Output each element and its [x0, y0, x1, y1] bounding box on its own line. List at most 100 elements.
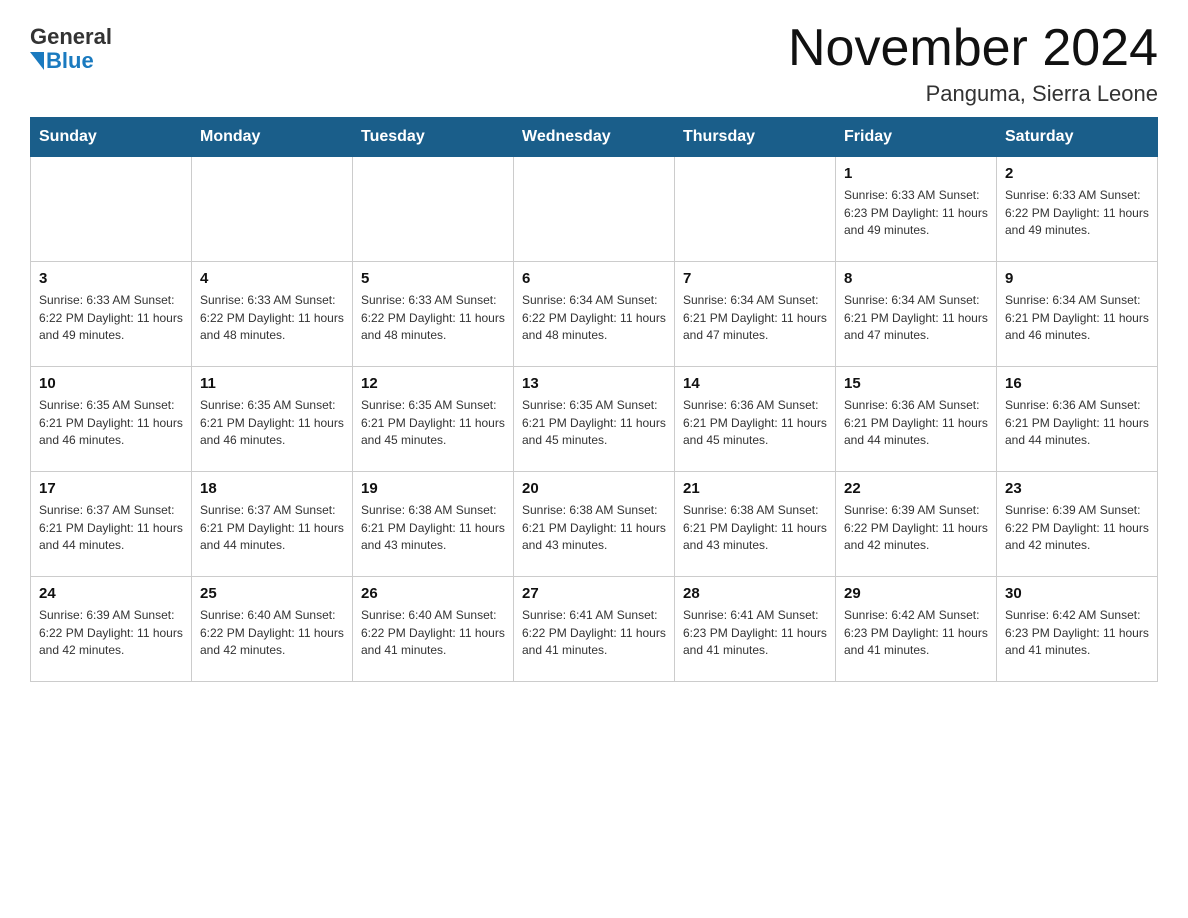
calendar-header-wednesday: Wednesday [514, 118, 675, 157]
day-info: Sunrise: 6:36 AM Sunset: 6:21 PM Dayligh… [1005, 397, 1149, 449]
day-info: Sunrise: 6:39 AM Sunset: 6:22 PM Dayligh… [39, 607, 183, 659]
calendar-cell: 13Sunrise: 6:35 AM Sunset: 6:21 PM Dayli… [514, 367, 675, 472]
calendar-cell: 11Sunrise: 6:35 AM Sunset: 6:21 PM Dayli… [192, 367, 353, 472]
day-number: 21 [683, 478, 827, 499]
day-number: 19 [361, 478, 505, 499]
day-number: 28 [683, 583, 827, 604]
day-number: 4 [200, 268, 344, 289]
calendar-cell: 22 Sunrise: 6:39 AM Sunset: 6:22 PM Dayli… [836, 472, 997, 577]
calendar-header-monday: Monday [192, 118, 353, 157]
calendar-cell: 1 Sunrise: 6:33 AM Sunset: 6:23 PM Daylig… [836, 157, 997, 262]
calendar-cell [192, 157, 353, 262]
calendar-cell: 20 Sunrise: 6:38 AM Sunset: 6:21 PM Dayli… [514, 472, 675, 577]
day-info: Sunrise: 6:40 AM Sunset: 6:22 PM Dayligh… [200, 607, 344, 659]
day-info: Sunrise: 6:39 AM Sunset: 6:22 PM Dayligh… [1005, 502, 1149, 554]
calendar-header-friday: Friday [836, 118, 997, 157]
day-info: Sunrise: 6:38 AM Sunset: 6:21 PM Dayligh… [683, 502, 827, 554]
day-info: Sunrise: 6:35 AM Sunset: 6:21 PM Dayligh… [200, 397, 344, 449]
calendar-cell: 28Sunrise: 6:41 AM Sunset: 6:23 PM Dayli… [675, 577, 836, 682]
calendar-cell: 30 Sunrise: 6:42 AM Sunset: 6:23 PM Dayli… [997, 577, 1158, 682]
day-info: Sunrise: 6:35 AM Sunset: 6:21 PM Dayligh… [361, 397, 505, 449]
calendar-cell: 17 Sunrise: 6:37 AM Sunset: 6:21 PM Dayli… [31, 472, 192, 577]
day-number: 25 [200, 583, 344, 604]
day-number: 13 [522, 373, 666, 394]
calendar-cell: 26 Sunrise: 6:40 AM Sunset: 6:22 PM Dayli… [353, 577, 514, 682]
calendar-cell: 6 Sunrise: 6:34 AM Sunset: 6:22 PM Daylig… [514, 262, 675, 367]
day-number: 15 [844, 373, 988, 394]
week-row-2: 3 Sunrise: 6:33 AM Sunset: 6:22 PM Daylig… [31, 262, 1158, 367]
calendar-header-row: SundayMondayTuesdayWednesdayThursdayFrid… [31, 118, 1158, 157]
day-info: Sunrise: 6:42 AM Sunset: 6:23 PM Dayligh… [844, 607, 988, 659]
logo-general-text: General [30, 25, 112, 49]
calendar-cell: 25 Sunrise: 6:40 AM Sunset: 6:22 PM Dayli… [192, 577, 353, 682]
calendar-cell: 9 Sunrise: 6:34 AM Sunset: 6:21 PM Daylig… [997, 262, 1158, 367]
day-number: 9 [1005, 268, 1149, 289]
day-info: Sunrise: 6:34 AM Sunset: 6:21 PM Dayligh… [844, 292, 988, 344]
day-number: 29 [844, 583, 988, 604]
logo: General Blue [30, 20, 112, 73]
day-info: Sunrise: 6:41 AM Sunset: 6:22 PM Dayligh… [522, 607, 666, 659]
day-info: Sunrise: 6:37 AM Sunset: 6:21 PM Dayligh… [39, 502, 183, 554]
calendar-cell: 23 Sunrise: 6:39 AM Sunset: 6:22 PM Dayli… [997, 472, 1158, 577]
calendar-header-saturday: Saturday [997, 118, 1158, 157]
calendar-cell: 27 Sunrise: 6:41 AM Sunset: 6:22 PM Dayli… [514, 577, 675, 682]
calendar-cell: 10 Sunrise: 6:35 AM Sunset: 6:21 PM Dayli… [31, 367, 192, 472]
logo-triangle-icon [30, 52, 44, 70]
calendar-cell [31, 157, 192, 262]
calendar-cell: 12Sunrise: 6:35 AM Sunset: 6:21 PM Dayli… [353, 367, 514, 472]
day-number: 5 [361, 268, 505, 289]
calendar-cell: 4 Sunrise: 6:33 AM Sunset: 6:22 PM Daylig… [192, 262, 353, 367]
day-number: 24 [39, 583, 183, 604]
day-info: Sunrise: 6:38 AM Sunset: 6:21 PM Dayligh… [361, 502, 505, 554]
calendar-header-sunday: Sunday [31, 118, 192, 157]
day-info: Sunrise: 6:33 AM Sunset: 6:22 PM Dayligh… [39, 292, 183, 344]
week-row-5: 24 Sunrise: 6:39 AM Sunset: 6:22 PM Dayli… [31, 577, 1158, 682]
day-info: Sunrise: 6:37 AM Sunset: 6:21 PM Dayligh… [200, 502, 344, 554]
calendar-cell: 24 Sunrise: 6:39 AM Sunset: 6:22 PM Dayli… [31, 577, 192, 682]
day-number: 3 [39, 268, 183, 289]
day-number: 30 [1005, 583, 1149, 604]
day-number: 1 [844, 163, 988, 184]
page-header: General Blue November 2024 Panguma, Sier… [30, 20, 1158, 107]
day-info: Sunrise: 6:39 AM Sunset: 6:22 PM Dayligh… [844, 502, 988, 554]
calendar-header-tuesday: Tuesday [353, 118, 514, 157]
week-row-1: 1 Sunrise: 6:33 AM Sunset: 6:23 PM Daylig… [31, 157, 1158, 262]
day-number: 18 [200, 478, 344, 499]
day-number: 22 [844, 478, 988, 499]
day-info: Sunrise: 6:33 AM Sunset: 6:23 PM Dayligh… [844, 187, 988, 239]
location: Panguma, Sierra Leone [788, 81, 1158, 107]
day-info: Sunrise: 6:40 AM Sunset: 6:22 PM Dayligh… [361, 607, 505, 659]
day-number: 26 [361, 583, 505, 604]
day-info: Sunrise: 6:34 AM Sunset: 6:21 PM Dayligh… [1005, 292, 1149, 344]
calendar-cell: 7 Sunrise: 6:34 AM Sunset: 6:21 PM Daylig… [675, 262, 836, 367]
day-number: 7 [683, 268, 827, 289]
day-info: Sunrise: 6:36 AM Sunset: 6:21 PM Dayligh… [844, 397, 988, 449]
calendar-cell: 14Sunrise: 6:36 AM Sunset: 6:21 PM Dayli… [675, 367, 836, 472]
day-info: Sunrise: 6:34 AM Sunset: 6:21 PM Dayligh… [683, 292, 827, 344]
calendar-cell: 19 Sunrise: 6:38 AM Sunset: 6:21 PM Dayli… [353, 472, 514, 577]
month-title: November 2024 [788, 20, 1158, 77]
title-block: November 2024 Panguma, Sierra Leone [788, 20, 1158, 107]
day-info: Sunrise: 6:35 AM Sunset: 6:21 PM Dayligh… [39, 397, 183, 449]
day-info: Sunrise: 6:42 AM Sunset: 6:23 PM Dayligh… [1005, 607, 1149, 659]
day-number: 10 [39, 373, 183, 394]
day-number: 27 [522, 583, 666, 604]
calendar-cell: 21 Sunrise: 6:38 AM Sunset: 6:21 PM Dayli… [675, 472, 836, 577]
day-info: Sunrise: 6:36 AM Sunset: 6:21 PM Dayligh… [683, 397, 827, 449]
calendar-cell: 5Sunrise: 6:33 AM Sunset: 6:22 PM Daylig… [353, 262, 514, 367]
calendar-cell [675, 157, 836, 262]
calendar-cell: 2 Sunrise: 6:33 AM Sunset: 6:22 PM Daylig… [997, 157, 1158, 262]
day-info: Sunrise: 6:33 AM Sunset: 6:22 PM Dayligh… [200, 292, 344, 344]
calendar-header-thursday: Thursday [675, 118, 836, 157]
day-info: Sunrise: 6:33 AM Sunset: 6:22 PM Dayligh… [1005, 187, 1149, 239]
day-number: 23 [1005, 478, 1149, 499]
day-number: 6 [522, 268, 666, 289]
day-info: Sunrise: 6:38 AM Sunset: 6:21 PM Dayligh… [522, 502, 666, 554]
day-number: 8 [844, 268, 988, 289]
day-number: 20 [522, 478, 666, 499]
day-number: 17 [39, 478, 183, 499]
day-info: Sunrise: 6:34 AM Sunset: 6:22 PM Dayligh… [522, 292, 666, 344]
calendar-cell [514, 157, 675, 262]
day-number: 2 [1005, 163, 1149, 184]
week-row-3: 10 Sunrise: 6:35 AM Sunset: 6:21 PM Dayli… [31, 367, 1158, 472]
